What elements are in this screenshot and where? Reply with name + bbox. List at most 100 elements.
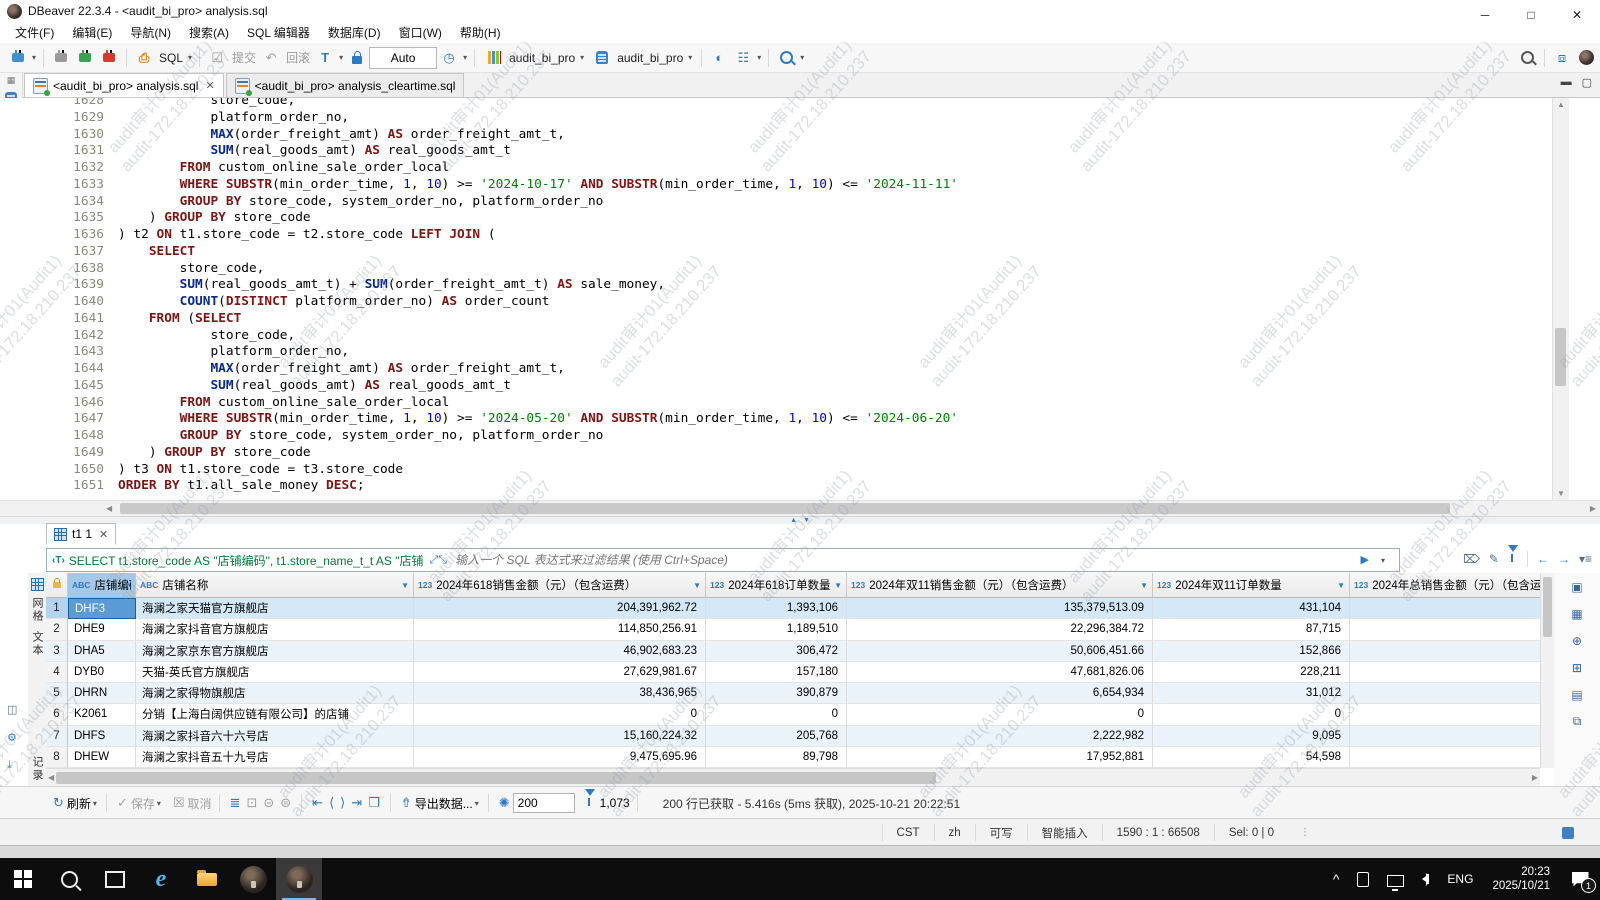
row-limit-input[interactable]	[513, 793, 575, 813]
refresh-icon[interactable]: ↻	[53, 795, 64, 811]
grid-cell[interactable]: DHE9	[68, 619, 136, 640]
editor-tab[interactable]: <audit_bi_pro> analysis.sql✕	[24, 73, 224, 97]
grid-cell[interactable]: 54,598	[1153, 747, 1350, 768]
grid-hscroll-thumb[interactable]	[56, 772, 936, 784]
grid-cell[interactable]: DHEW	[68, 747, 136, 768]
search-dropdown-icon[interactable]: ▾	[800, 53, 804, 62]
grid-cell[interactable]: 431,104	[1153, 598, 1350, 619]
grid-cell[interactable]: 50,606,451.66	[847, 641, 1153, 662]
grid-cell[interactable]: 85,356	[1350, 726, 1540, 747]
duplicate-row-icon[interactable]: ⊡	[246, 795, 257, 811]
row-number-cell[interactable]: 5	[46, 683, 68, 704]
transaction-dropdown-icon[interactable]: ▾	[339, 53, 343, 62]
grid-cell[interactable]: 9,475,695.96	[414, 747, 706, 768]
row-number-cell[interactable]: 4	[46, 662, 68, 683]
grid-cell[interactable]: DHRN	[68, 683, 136, 704]
grid-cell[interactable]: DHA5	[68, 641, 136, 662]
value-panel-icon[interactable]: ▣	[1569, 578, 1586, 595]
code-line[interactable]: 1642 store_code,	[46, 328, 1552, 345]
export-dropdown-icon[interactable]: ▾	[475, 799, 479, 808]
transaction-mode-icon[interactable]: T	[316, 49, 334, 67]
grid-cell[interactable]: 46,902,683.23	[414, 641, 706, 662]
grid-cell[interactable]: K2061	[68, 704, 136, 725]
column-filter-icon[interactable]: ▼	[1140, 581, 1148, 590]
grid-cell[interactable]: 135,379,513.09	[847, 598, 1153, 619]
grid-view-icon[interactable]	[31, 578, 44, 591]
code-line[interactable]: 1643 platform_order_no,	[46, 344, 1552, 361]
grid-cell[interactable]: 205,768	[706, 726, 847, 747]
code-line[interactable]: 1647 WHERE SUBSTR(min_order_time, 1, 10)…	[46, 411, 1552, 428]
commit-mode-dropdown-icon[interactable]: ▾	[757, 53, 761, 62]
column-header[interactable]: ABC店铺名称▼	[136, 573, 414, 598]
code-line[interactable]: 1633 WHERE SUBSTR(min_order_time, 1, 10)…	[46, 177, 1552, 194]
calc-panel-icon[interactable]: ▦	[1569, 605, 1586, 622]
grid-cell[interactable]: 390,879	[706, 683, 847, 704]
add-row-icon[interactable]: ≣	[230, 795, 241, 811]
menu-item[interactable]: 搜索(A)	[180, 22, 238, 43]
row-number-cell[interactable]: 3	[46, 641, 68, 662]
code-line[interactable]: 1638 store_code,	[46, 261, 1552, 278]
editor-vertical-scrollbar[interactable]: ▲ ▼	[1552, 98, 1569, 500]
table-row[interactable]: 1DHF3海澜之家天猫官方旗舰店204,391,962.721,393,1061…	[46, 598, 1540, 619]
nav-forward-icon[interactable]: →	[1558, 552, 1570, 566]
cancel-icon[interactable]: ☒	[173, 795, 185, 811]
delete-row-icon[interactable]: ⊝	[263, 795, 274, 811]
grid-cell[interactable]: 分销【上海白阔供应链有限公司】的店铺	[136, 704, 414, 725]
menu-item[interactable]: 数据库(D)	[319, 22, 390, 43]
row-number-cell[interactable]: 7	[46, 726, 68, 747]
status-notification-icon[interactable]	[1562, 827, 1574, 839]
network-tray-icon[interactable]	[1387, 872, 1404, 887]
filter-box[interactable]: ‹T› SELECT t1.store_code AS "店铺编码", t1.s…	[46, 548, 1400, 572]
apply-filter-icon[interactable]: ▶	[1361, 553, 1369, 566]
connect-icon[interactable]	[52, 49, 70, 67]
grid-cell[interactable]: 1,189,510	[706, 619, 847, 640]
refresh-label[interactable]: 刷新	[67, 795, 91, 812]
column-header[interactable]: ABC店铺编码▼	[68, 573, 136, 598]
row-number-cell[interactable]: 2	[46, 619, 68, 640]
expand-filter-icon[interactable]: ⤢⤡	[430, 554, 448, 567]
code-line[interactable]: 1628 store_code,	[46, 98, 1552, 110]
edit-row-icon[interactable]: ⊜	[280, 795, 291, 811]
grid-cell[interactable]: DYB0	[68, 662, 136, 683]
grid-view-tab[interactable]: 网格	[29, 597, 45, 623]
grid-cell[interactable]: DHFS	[68, 726, 136, 747]
grid-cell[interactable]: 1,087,676	[1350, 598, 1540, 619]
file-explorer-icon[interactable]	[184, 858, 230, 900]
code-line[interactable]: 1637 SELECT	[46, 244, 1552, 261]
filter-menu-icon[interactable]: ▾≡	[1579, 552, 1592, 566]
code-line[interactable]: 1632 FROM custom_online_sale_order_local	[46, 160, 1552, 177]
task-view-icon[interactable]	[92, 858, 138, 900]
column-header[interactable]: 1232024年双11销售金额（元）（包含运费）▼	[847, 573, 1153, 598]
virtual-keys-panel-icon[interactable]: ⊞	[1569, 659, 1586, 676]
table-row[interactable]: 2DHE9海澜之家抖音官方旗舰店114,850,256.911,189,5102…	[46, 619, 1540, 640]
save-label[interactable]: 保存	[131, 795, 155, 812]
commit-label[interactable]: 提交	[232, 49, 256, 66]
grid-horizontal-scrollbar[interactable]: ◀ ▶	[46, 768, 1540, 787]
export-label[interactable]: 导出数据...	[415, 795, 473, 812]
taskbar-search-icon[interactable]	[46, 858, 92, 900]
editor-tab[interactable]: <audit_bi_pro> analysis_cleartime.sql	[226, 73, 465, 97]
statusbar-item[interactable]: 智能插入	[1027, 824, 1102, 841]
sql-dropdown-icon[interactable]: ▾	[188, 53, 192, 62]
grid-cell[interactable]: 363,386	[1350, 619, 1540, 640]
volume-tray-icon[interactable]	[1422, 874, 1429, 884]
dashboard-icon[interactable]: ◐	[710, 49, 728, 67]
row-number-cell[interactable]: 8	[46, 747, 68, 768]
results-tab[interactable]: t1 1 ✕	[46, 523, 116, 545]
tray-chevron-icon[interactable]: ^	[1333, 871, 1340, 887]
grid-cell[interactable]: 17,952,881	[847, 747, 1153, 768]
grid-cell[interactable]: 9,095	[1153, 726, 1350, 747]
cancel-label[interactable]: 取消	[188, 795, 212, 812]
commit-mode-icon[interactable]: ☷	[734, 49, 752, 67]
rollback-label[interactable]: 回滚	[286, 49, 310, 66]
grid-cell[interactable]: 0	[1153, 704, 1350, 725]
statusbar-item[interactable]: 可写	[975, 824, 1027, 841]
restore-sidebar-icon[interactable]: ▦	[0, 75, 22, 86]
column-filter-icon[interactable]: ▼	[1337, 581, 1345, 590]
result-settings-icon[interactable]: ✺	[499, 795, 510, 811]
code-line[interactable]: 1635 ) GROUP BY store_code	[46, 210, 1552, 227]
grid-vertical-scrollbar[interactable]	[1540, 573, 1555, 768]
grid-cell[interactable]: 237,530	[1350, 662, 1540, 683]
code-line[interactable]: 1648 GROUP BY store_code, system_order_n…	[46, 428, 1552, 445]
panel-export-icon[interactable]: ⤓	[7, 759, 12, 772]
